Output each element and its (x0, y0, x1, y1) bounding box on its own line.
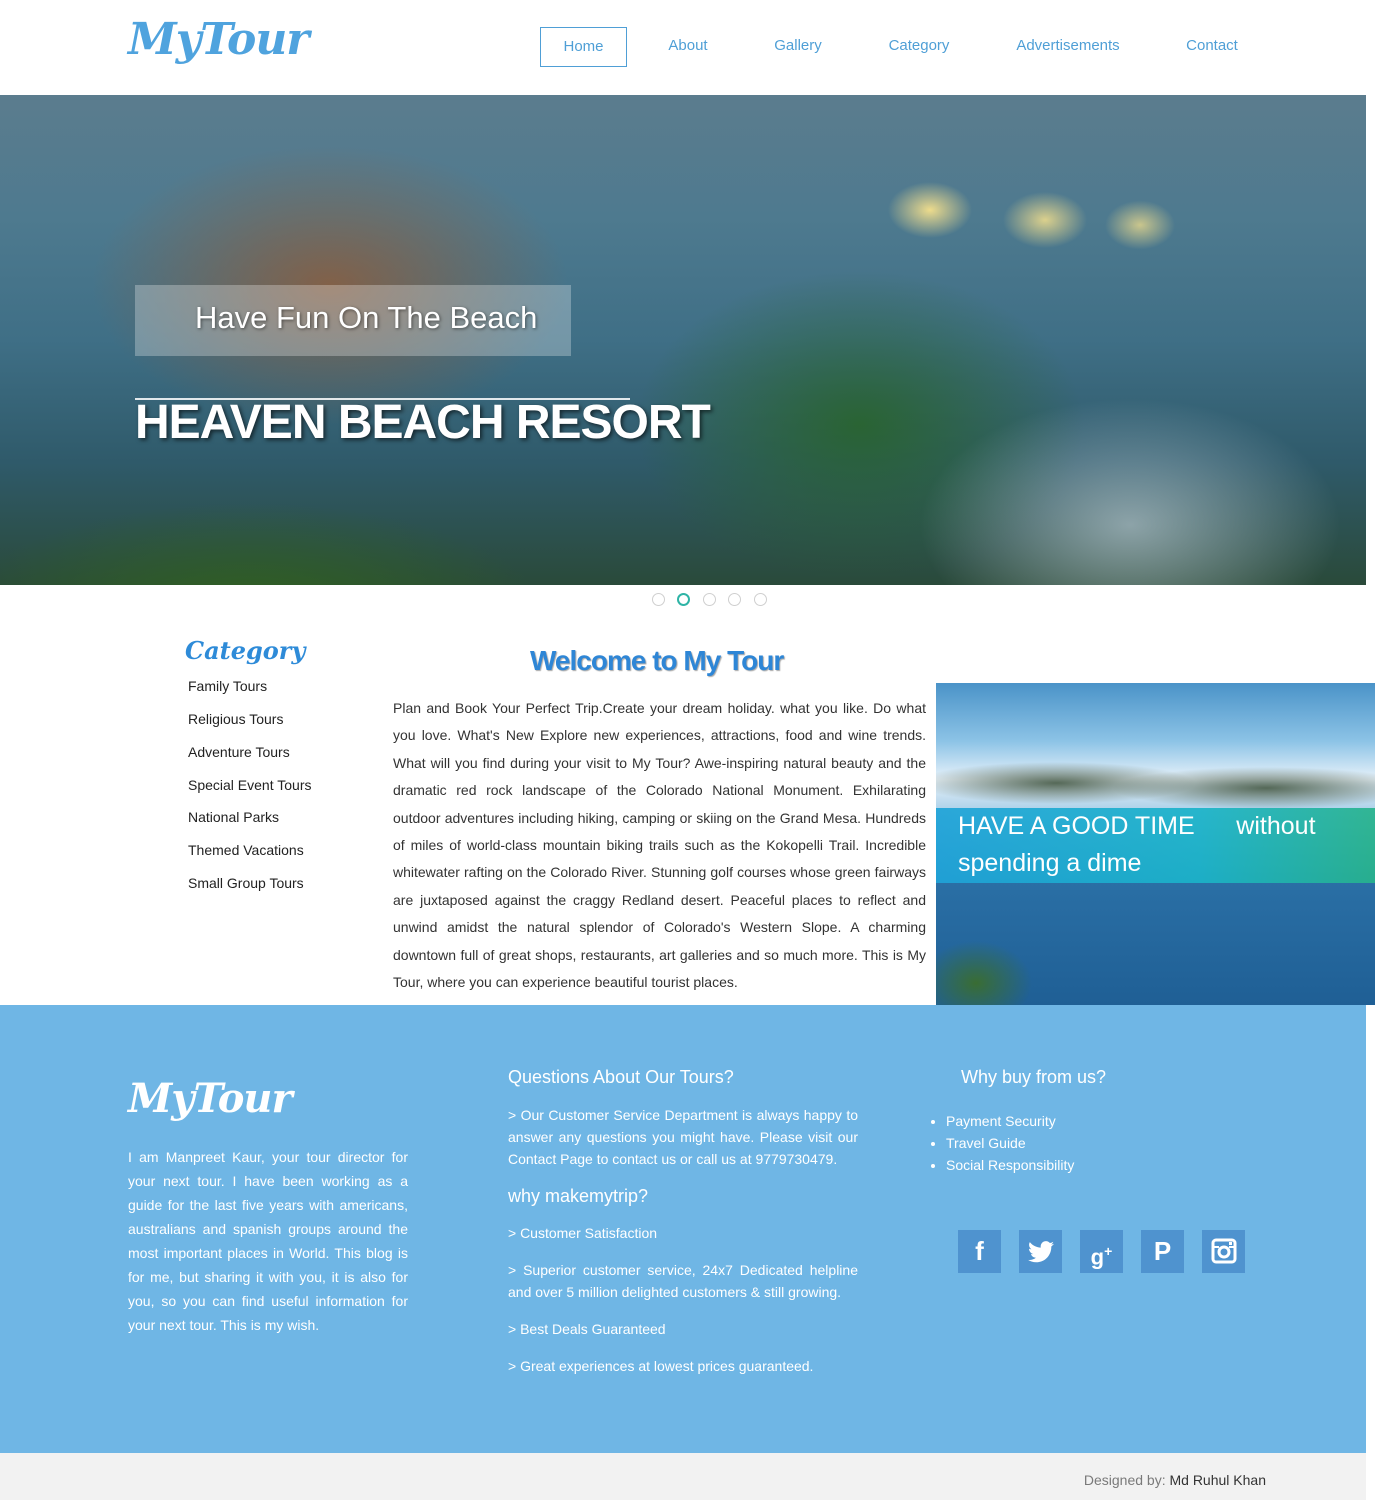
category-item-adventure-tours[interactable]: Adventure Tours (188, 744, 290, 760)
site-logo[interactable]: MyTour (128, 14, 309, 65)
header: MyTour Home About Gallery Category Adver… (0, 0, 1375, 95)
slider-pagination (650, 593, 770, 607)
hero-subtitle: Have Fun On The Beach (195, 300, 538, 335)
hero-title: HEAVEN BEACH RESORT (135, 396, 711, 449)
category-item-small-group-tours[interactable]: Small Group Tours (188, 875, 304, 891)
slider-dot-4[interactable] (728, 593, 741, 606)
nav-about[interactable]: About (650, 27, 726, 67)
nav-home[interactable]: Home (540, 27, 627, 67)
side-banner-text: HAVE A GOOD TIME without spending a dime (958, 812, 1323, 877)
google-plus-icon[interactable]: g+ (1080, 1230, 1123, 1273)
buy-item-social-responsibility: Social Responsibility (946, 1154, 1074, 1176)
why-heading: why makemytrip? (508, 1186, 649, 1206)
category-item-special-event-tours[interactable]: Special Event Tours (188, 777, 311, 793)
footer-logo[interactable]: MyTour (128, 1075, 293, 1122)
category-title: Category (185, 636, 306, 665)
why-item-4: > Great experiences at lowest prices gua… (508, 1358, 814, 1374)
nav-category[interactable]: Category (872, 27, 966, 67)
questions-heading: Questions About Our Tours? (508, 1067, 734, 1087)
pinterest-icon[interactable]: P (1141, 1230, 1184, 1273)
footer: MyTour I am Manpreet Kaur, your tour dir… (0, 1005, 1366, 1453)
buy-item-payment-security: Payment Security (946, 1110, 1074, 1132)
designer-credit: Designed by: Md Ruhul Khan (1084, 1472, 1266, 1488)
buy-heading: Why buy from us? (961, 1067, 1107, 1087)
nav-advertisements[interactable]: Advertisements (1000, 27, 1136, 67)
why-item-1: > Customer Satisfaction (508, 1225, 658, 1241)
slider-dot-2[interactable] (677, 593, 690, 606)
nav-gallery[interactable]: Gallery (758, 27, 838, 67)
bottom-bar: Designed by: Md Ruhul Khan (0, 1453, 1366, 1500)
category-item-family-tours[interactable]: Family Tours (188, 678, 267, 694)
why-item-2: > Superior customer service, 24x7 Dedica… (508, 1262, 858, 1300)
slider-dot-5[interactable] (754, 593, 767, 606)
side-banner-image: HAVE A GOOD TIME without spending a dime (936, 683, 1375, 1005)
instagram-icon[interactable] (1202, 1230, 1245, 1273)
credit-label: Designed by: (1083, 1472, 1166, 1488)
slider-dot-3[interactable] (703, 593, 716, 606)
footer-about-text: I am Manpreet Kaur, your tour director f… (128, 1149, 408, 1333)
buy-item-travel-guide: Travel Guide (946, 1132, 1074, 1154)
intro-paragraph: Plan and Book Your Perfect Trip.Create y… (393, 700, 926, 991)
questions-text: > Our Customer Service Department is alw… (508, 1107, 858, 1167)
category-item-religious-tours[interactable]: Religious Tours (188, 711, 283, 727)
welcome-heading: Welcome to My Tour (530, 645, 784, 676)
twitter-icon[interactable] (1019, 1230, 1062, 1273)
category-item-themed-vacations[interactable]: Themed Vacations (188, 842, 304, 858)
why-item-3: > Best Deals Guaranteed (508, 1321, 666, 1337)
category-item-national-parks[interactable]: National Parks (188, 809, 279, 825)
buy-list: Payment Security Travel Guide Social Res… (928, 1110, 1074, 1176)
slider-dot-1[interactable] (652, 593, 665, 606)
hero-slider[interactable]: Have Fun On The Beach HEAVEN BEACH RESOR… (0, 95, 1366, 585)
credit-name[interactable]: Md Ruhul Khan (1169, 1472, 1266, 1488)
nav-contact[interactable]: Contact (1168, 27, 1256, 67)
facebook-icon[interactable]: f (958, 1230, 1001, 1273)
